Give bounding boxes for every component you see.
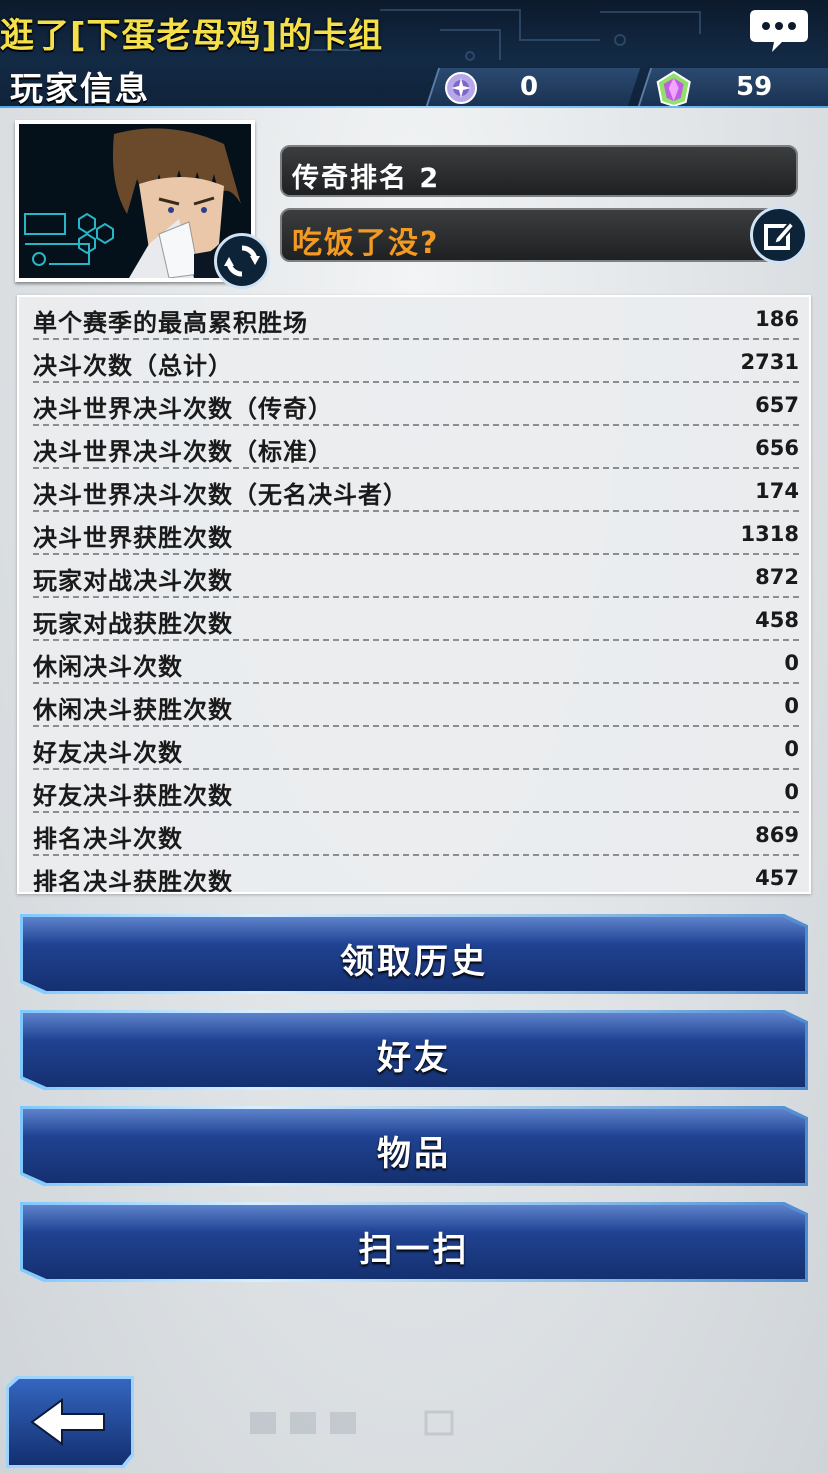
stat-value: 457 [755, 866, 799, 890]
stat-row: 好友决斗获胜次数 0 [33, 770, 799, 813]
refresh-icon [224, 245, 260, 277]
stat-value: 656 [755, 436, 799, 460]
stat-row: 玩家对战获胜次数 458 [33, 598, 799, 641]
page-title: 玩家信息 [10, 69, 150, 108]
stat-value: 0 [784, 780, 799, 804]
stat-label: 决斗次数（总计） [33, 352, 233, 380]
history-button-label: 领取历史 [340, 942, 488, 982]
stat-label: 休闲决斗获胜次数 [33, 696, 233, 724]
ticker-text: 逛了[下蛋老母鸡]的卡组 [0, 16, 384, 56]
edit-icon [764, 220, 796, 250]
header-divider [0, 106, 828, 108]
stat-value: 2731 [740, 350, 799, 374]
stat-row: 决斗世界决斗次数（传奇） 657 [33, 383, 799, 426]
stat-value: 657 [755, 393, 799, 417]
rank-label: 传奇排名 2 [292, 163, 441, 194]
stats-panel: 单个赛季的最高累积胜场 186 决斗次数（总计） 2731 决斗世界决斗次数（传… [17, 295, 811, 894]
stat-value: 0 [784, 651, 799, 675]
stat-value: 458 [755, 608, 799, 632]
stat-value: 0 [784, 694, 799, 718]
stat-label: 休闲决斗次数 [33, 653, 183, 681]
edit-message-button[interactable] [750, 206, 808, 264]
stat-row: 决斗世界决斗次数（标准） 656 [33, 426, 799, 469]
bottom-decoration [250, 1410, 454, 1436]
stat-label: 好友决斗获胜次数 [33, 782, 233, 810]
stat-label: 决斗世界决斗次数（传奇） [33, 395, 333, 423]
stat-row: 决斗世界决斗次数（无名决斗者） 174 [33, 469, 799, 512]
chat-bubble-icon [750, 10, 808, 52]
gem-icon [655, 70, 693, 108]
stat-label: 好友决斗次数 [33, 739, 183, 767]
rank-display: 传奇排名 2 [280, 145, 798, 197]
history-button[interactable]: 领取历史 [20, 914, 808, 994]
profile-message-box[interactable]: 吃饭了没? [280, 208, 780, 262]
stat-value: 174 [755, 479, 799, 503]
friends-button-label: 好友 [377, 1038, 451, 1078]
scan-button[interactable]: 扫一扫 [20, 1202, 808, 1282]
stat-value: 0 [784, 737, 799, 761]
stat-row: 单个赛季的最高累积胜场 186 [33, 297, 799, 340]
stat-value: 872 [755, 565, 799, 589]
stat-row: 休闲决斗获胜次数 0 [33, 684, 799, 727]
refresh-avatar-button[interactable] [214, 233, 270, 289]
stat-label: 玩家对战决斗次数 [33, 567, 233, 595]
gem-count: 59 [736, 72, 773, 102]
stat-row: 排名决斗次数 869 [33, 813, 799, 856]
chat-button[interactable] [748, 8, 810, 52]
stat-row: 休闲决斗次数 0 [33, 641, 799, 684]
profile-message: 吃饭了没? [292, 226, 440, 261]
stat-value: 869 [755, 823, 799, 847]
orb-icon [443, 70, 479, 108]
back-button[interactable] [6, 1376, 136, 1468]
back-arrow-icon [6, 1376, 134, 1468]
header-bar: 逛了[下蛋老母鸡]的卡组 玩家信息 0 59 [0, 0, 828, 108]
items-button[interactable]: 物品 [20, 1106, 808, 1186]
stat-label: 决斗世界决斗次数（标准） [33, 438, 333, 466]
stat-label: 单个赛季的最高累积胜场 [33, 309, 308, 337]
stat-row: 排名决斗获胜次数 457 [33, 856, 799, 894]
friends-button[interactable]: 好友 [20, 1010, 808, 1090]
stat-label: 决斗世界获胜次数 [33, 524, 233, 552]
stat-value: 1318 [740, 522, 799, 546]
stat-value: 186 [755, 307, 799, 331]
stat-row: 好友决斗次数 0 [33, 727, 799, 770]
stat-label: 排名决斗次数 [33, 825, 183, 853]
stat-label: 玩家对战获胜次数 [33, 610, 233, 638]
scan-button-label: 扫一扫 [358, 1230, 470, 1270]
stat-label: 排名决斗获胜次数 [33, 868, 233, 894]
orb-count: 0 [520, 72, 539, 102]
stat-label: 决斗世界决斗次数（无名决斗者） [33, 481, 408, 509]
stat-row: 决斗世界获胜次数 1318 [33, 512, 799, 555]
orb-currency: 0 [425, 68, 641, 108]
stat-row: 决斗次数（总计） 2731 [33, 340, 799, 383]
stat-row: 玩家对战决斗次数 872 [33, 555, 799, 598]
gem-currency: 59 [637, 68, 828, 108]
items-button-label: 物品 [377, 1134, 451, 1174]
